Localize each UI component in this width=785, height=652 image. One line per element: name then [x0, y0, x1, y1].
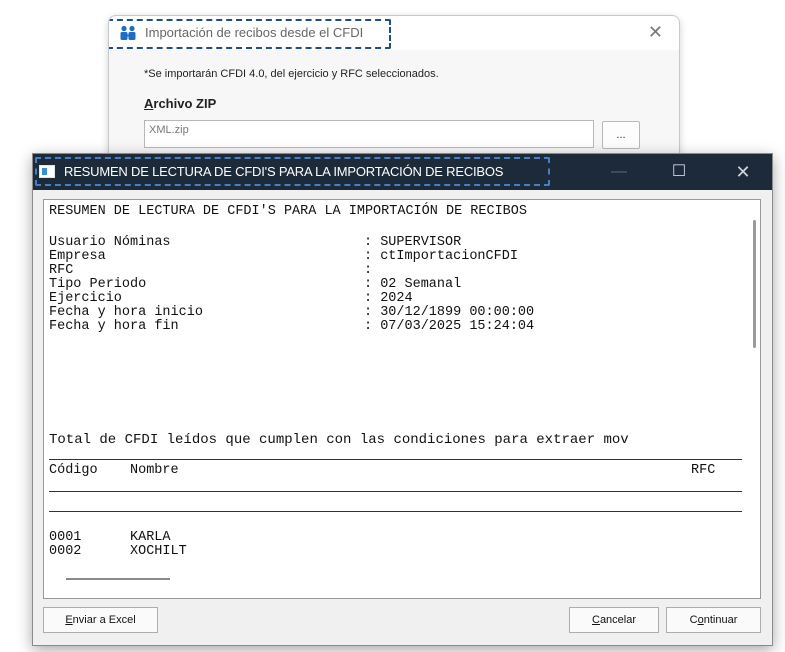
excel-label: nviar a Excel: [72, 614, 136, 626]
field-value: :: [364, 263, 373, 278]
maximize-button[interactable]: ☐: [661, 159, 697, 185]
zip-file-input[interactable]: XML.zip: [144, 120, 594, 148]
excel-accesskey: E: [65, 614, 73, 626]
summary-window-title: RESUMEN DE LECTURA DE CFDI'S PARA LA IMP…: [64, 164, 504, 179]
continue-label: ntinuar: [703, 614, 738, 626]
field-value: : 2024: [364, 291, 413, 306]
minimize-button[interactable]: —: [601, 159, 637, 185]
divider: [49, 491, 742, 492]
cancel-button[interactable]: Cancelar: [569, 607, 659, 633]
field-value: : ctImportacionCFDI: [364, 249, 518, 264]
summary-window-titlebar: RESUMEN DE LECTURA DE CFDI'S PARA LA IMP…: [33, 154, 772, 190]
field-label: Tipo Periodo: [49, 277, 147, 292]
users-app-icon: [120, 25, 136, 40]
summary-window: RESUMEN DE LECTURA DE CFDI'S PARA LA IMP…: [32, 153, 773, 646]
export-excel-button[interactable]: Enviar a Excel: [43, 607, 158, 633]
import-note: *Se importarán CFDI 4.0, del ejercicio y…: [144, 68, 439, 80]
vertical-scrollbar[interactable]: [753, 220, 756, 348]
column-header-nombre: Nombre: [130, 463, 179, 478]
window-icon: [39, 165, 55, 178]
field-label: Fecha y hora fin: [49, 319, 179, 334]
column-header-codigo: Código: [49, 463, 98, 478]
import-dialog: Importación de recibos desde el CFDI ✕ *…: [108, 15, 680, 167]
close-button[interactable]: ✕: [725, 159, 761, 185]
row-nombre: KARLA: [130, 530, 171, 545]
zip-label-text: rchivo ZIP: [153, 96, 217, 111]
report-heading: RESUMEN DE LECTURA DE CFDI'S PARA LA IMP…: [49, 204, 527, 219]
field-label: Ejercicio: [49, 291, 122, 306]
field-label: Empresa: [49, 249, 106, 264]
import-dialog-titlebar: Importación de recibos desde el CFDI ✕: [109, 16, 679, 50]
zip-file-label: Archivo ZIP: [144, 96, 216, 111]
field-label: Fecha y hora inicio: [49, 305, 203, 320]
field-value: : 02 Semanal: [364, 277, 462, 292]
total-line: Total de CFDI leídos que cumplen con las…: [49, 432, 629, 448]
zip-label-accesskey: A: [144, 96, 154, 111]
import-dialog-title: Importación de recibos desde el CFDI: [145, 25, 364, 40]
column-header-rfc: RFC: [691, 463, 716, 478]
horizontal-scrollbar[interactable]: [66, 578, 170, 580]
field-value: : 30/12/1899 00:00:00: [364, 305, 535, 320]
cancel-accesskey: C: [591, 614, 600, 626]
row-codigo: 0002: [49, 544, 82, 559]
field-value: : SUPERVISOR: [364, 235, 462, 250]
divider: [49, 511, 742, 512]
continue-button[interactable]: Continuar: [666, 607, 761, 633]
field-value: : 07/03/2025 15:24:04: [364, 319, 535, 334]
continue-label-start: C: [689, 614, 698, 626]
row-nombre: XOCHILT: [130, 544, 187, 559]
field-label: Usuario Nóminas: [49, 235, 171, 250]
report-area[interactable]: RESUMEN DE LECTURA DE CFDI'S PARA LA IMP…: [43, 199, 761, 599]
close-icon[interactable]: ✕: [648, 22, 663, 43]
row-codigo: 0001: [49, 530, 82, 545]
cancel-label: ancelar: [599, 614, 637, 626]
divider: [49, 459, 742, 460]
field-label: RFC: [49, 263, 74, 278]
browse-button[interactable]: ...: [602, 121, 640, 149]
